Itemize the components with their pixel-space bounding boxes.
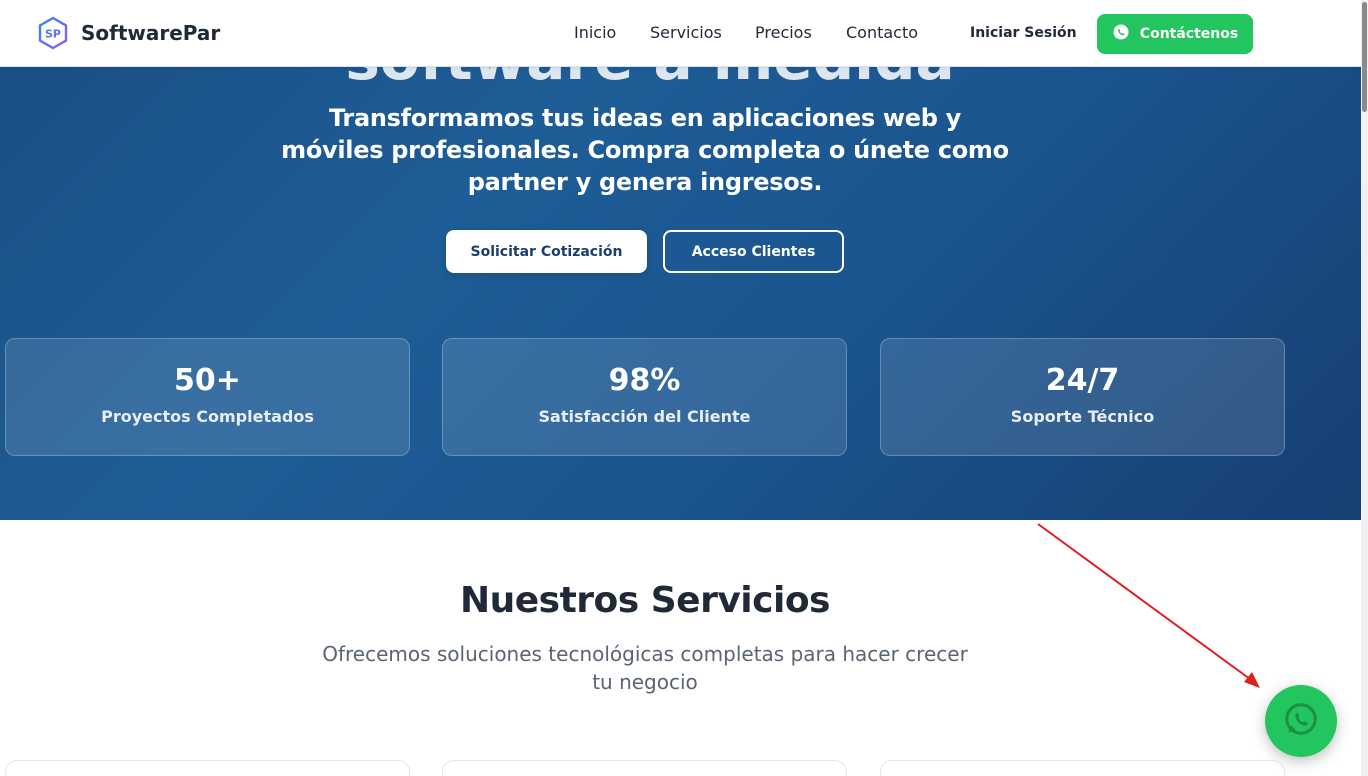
service-card[interactable] <box>880 760 1285 776</box>
services-subtitle-line: Ofrecemos soluciones tecnológicas comple… <box>322 642 968 666</box>
whatsapp-icon <box>1112 23 1130 45</box>
floating-whatsapp-button[interactable] <box>1265 685 1337 757</box>
stat-value: 50+ <box>174 363 241 398</box>
brand-name[interactable]: SoftwarePar <box>81 21 220 45</box>
contact-button-label: Contáctenos <box>1139 26 1239 42</box>
top-navbar: SP SoftwarePar Inicio Servicios Precios … <box>0 0 1361 67</box>
services-title: Nuestros Servicios <box>459 580 831 621</box>
nav-link-contacto[interactable]: Contacto <box>846 23 918 42</box>
stat-value: 24/7 <box>1045 363 1120 398</box>
red-annotation-arrow <box>1037 523 1260 688</box>
page-scrollbar-thumb[interactable] <box>1362 2 1367 112</box>
stat-label: Proyectos Completados <box>101 407 314 426</box>
stat-value: 98% <box>608 363 681 398</box>
stat-label: Satisfacción del Cliente <box>538 407 751 426</box>
stat-card-support: 24/7 Soporte Técnico <box>880 338 1285 456</box>
nav-link-precios[interactable]: Precios <box>755 23 812 42</box>
service-card[interactable] <box>442 760 847 776</box>
services-subtitle-line: tu negocio <box>592 670 698 694</box>
stat-label: Soporte Técnico <box>1010 407 1155 426</box>
services-subtitle: Ofrecemos soluciones tecnológicas comple… <box>300 640 990 696</box>
hero-subtitle: Transformamos tus ideas en aplicaciones … <box>281 104 1009 196</box>
whatsapp-icon <box>1283 701 1319 741</box>
svg-text:SP: SP <box>45 28 61 41</box>
nav-link-servicios[interactable]: Servicios <box>650 23 722 42</box>
sp-hexagon-logo-icon[interactable]: SP <box>36 16 70 50</box>
client-access-button[interactable]: Acceso Clientes <box>663 230 844 273</box>
login-link[interactable]: Iniciar Sesión <box>970 25 1077 41</box>
nav-link-inicio[interactable]: Inicio <box>574 23 616 42</box>
contact-whatsapp-button[interactable]: Contáctenos <box>1097 14 1253 54</box>
stat-card-projects: 50+ Proyectos Completados <box>5 338 410 456</box>
hero-section: Desarrollo de software a medida Transfor… <box>0 0 1361 520</box>
page-scrollbar-track[interactable] <box>1361 0 1368 776</box>
service-card[interactable] <box>5 760 410 776</box>
stat-card-satisfaction: 98% Satisfacción del Cliente <box>442 338 847 456</box>
request-quote-button[interactable]: Solicitar Cotización <box>446 230 647 273</box>
